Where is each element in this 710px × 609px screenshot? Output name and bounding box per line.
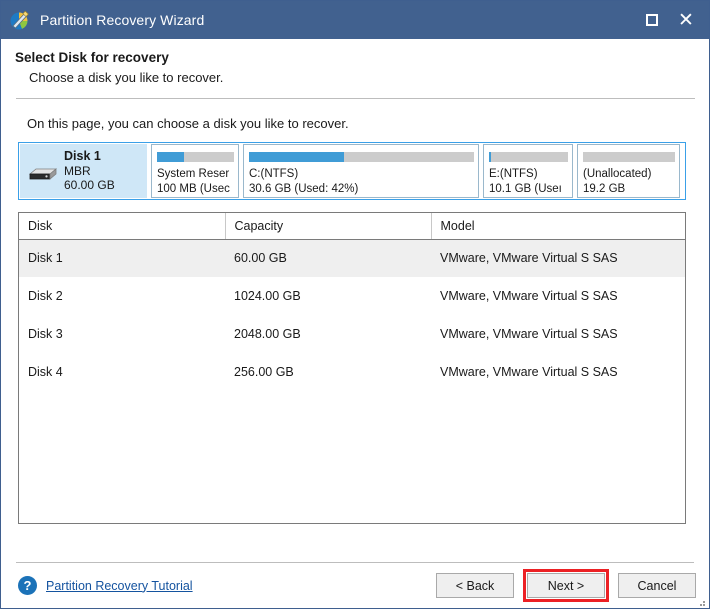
maximize-icon bbox=[646, 14, 658, 26]
partition-usage-bar bbox=[583, 152, 675, 162]
close-icon: ✕ bbox=[678, 9, 694, 31]
disk-map-disk-capacity: 60.00 GB bbox=[64, 178, 115, 193]
partition-usage-fill bbox=[157, 152, 184, 162]
partition-recovery-wizard-window: Partition Recovery Wizard ✕ Select Disk … bbox=[0, 0, 710, 609]
intro-text: On this page, you can choose a disk you … bbox=[27, 116, 349, 131]
question-mark-icon[interactable]: ? bbox=[18, 576, 37, 595]
cell-disk: Disk 1 bbox=[19, 239, 225, 277]
cell-capacity: 1024.00 GB bbox=[234, 289, 301, 303]
disk-table: Disk Capacity Model Disk 1 60.00 GB VMwa… bbox=[19, 213, 685, 391]
disk-map-disk-scheme: MBR bbox=[64, 163, 91, 178]
cell-model: VMware, VMware Virtual S SAS bbox=[440, 365, 618, 379]
partition-label: E:(NTFS) bbox=[489, 168, 538, 180]
page-subtitle: Choose a disk you like to recover. bbox=[29, 70, 224, 85]
partition-detail: 30.6 GB (Used: 42%) bbox=[249, 182, 359, 195]
partition-block[interactable]: (Unallocated) 19.2 GB bbox=[577, 144, 680, 198]
partition-detail: 100 MB (Usec bbox=[157, 182, 230, 195]
partition-usage-fill bbox=[249, 152, 344, 162]
cell-model: VMware, VMware Virtual S SAS bbox=[440, 289, 618, 303]
next-button[interactable]: Next > bbox=[527, 573, 605, 598]
next-button-highlight: Next > bbox=[523, 569, 609, 602]
footer-bar: ? Partition Recovery Tutorial < Back Nex… bbox=[1, 563, 709, 608]
partition-block[interactable]: C:(NTFS) 30.6 GB (Used: 42%) bbox=[243, 144, 479, 198]
back-button[interactable]: < Back bbox=[436, 573, 514, 598]
table-row[interactable]: Disk 4 256.00 GB VMware, VMware Virtual … bbox=[19, 353, 685, 391]
wizard-button-row: < Back Next > Cancel bbox=[436, 569, 696, 602]
disk-map-disk-text: Disk 1 MBR 60.00 GB bbox=[64, 149, 115, 193]
partition-block[interactable]: E:(NTFS) 10.1 GB (Useı bbox=[483, 144, 573, 198]
disk-map-disk-name: Disk 1 bbox=[64, 149, 101, 164]
cell-capacity: 60.00 GB bbox=[225, 239, 431, 277]
tutorial-link[interactable]: Partition Recovery Tutorial bbox=[46, 579, 193, 593]
table-row[interactable]: Disk 2 1024.00 GB VMware, VMware Virtual… bbox=[19, 277, 685, 315]
partition-usage-bar bbox=[489, 152, 568, 162]
cell-capacity: 2048.00 GB bbox=[234, 327, 301, 341]
window-title: Partition Recovery Wizard bbox=[40, 12, 205, 28]
partition-detail: 10.1 GB (Useı bbox=[489, 182, 562, 195]
cancel-button[interactable]: Cancel bbox=[618, 573, 696, 598]
cell-disk: Disk 4 bbox=[28, 365, 63, 379]
close-button[interactable]: ✕ bbox=[669, 1, 703, 39]
hard-disk-icon bbox=[27, 160, 58, 182]
cell-model: VMware, VMware Virtual S SAS bbox=[431, 239, 685, 277]
partition-label: System Reser bbox=[157, 168, 230, 180]
column-header-disk[interactable]: Disk bbox=[19, 213, 226, 240]
partition-wizard-icon bbox=[9, 9, 31, 31]
table-row[interactable]: Disk 3 2048.00 GB VMware, VMware Virtual… bbox=[19, 315, 685, 353]
column-header-model[interactable]: Model bbox=[431, 213, 685, 240]
table-row[interactable]: Disk 1 60.00 GB VMware, VMware Virtual S… bbox=[19, 239, 685, 277]
title-bar: Partition Recovery Wizard ✕ bbox=[1, 1, 709, 39]
partition-usage-bar bbox=[249, 152, 474, 162]
cell-disk: Disk 2 bbox=[28, 289, 63, 303]
disk-map-panel[interactable]: Disk 1 MBR 60.00 GB System Reser 100 MB … bbox=[18, 142, 686, 200]
partition-usage-bar bbox=[157, 152, 234, 162]
partition-detail: 19.2 GB bbox=[583, 182, 626, 195]
table-header-row: Disk Capacity Model bbox=[19, 213, 685, 240]
disk-table-container[interactable]: Disk Capacity Model Disk 1 60.00 GB VMwa… bbox=[18, 212, 686, 524]
partition-block[interactable]: System Reser 100 MB (Usec bbox=[151, 144, 239, 198]
partition-label: (Unallocated) bbox=[583, 168, 652, 180]
partition-label: C:(NTFS) bbox=[249, 168, 299, 180]
partition-strip: System Reser 100 MB (Usec C:(NTFS) 30.6 … bbox=[147, 144, 684, 198]
cell-model: VMware, VMware Virtual S SAS bbox=[440, 327, 618, 341]
maximize-button[interactable] bbox=[635, 1, 669, 39]
resize-grip[interactable] bbox=[695, 594, 706, 606]
cell-disk: Disk 3 bbox=[28, 327, 63, 341]
column-header-capacity[interactable]: Capacity bbox=[225, 213, 432, 240]
page-title: Select Disk for recovery bbox=[15, 50, 169, 65]
partition-usage-fill bbox=[489, 152, 492, 162]
disk-map-disk-summary[interactable]: Disk 1 MBR 60.00 GB bbox=[20, 144, 147, 198]
page-header: Select Disk for recovery Choose a disk y… bbox=[1, 39, 709, 85]
cell-capacity: 256.00 GB bbox=[234, 365, 294, 379]
